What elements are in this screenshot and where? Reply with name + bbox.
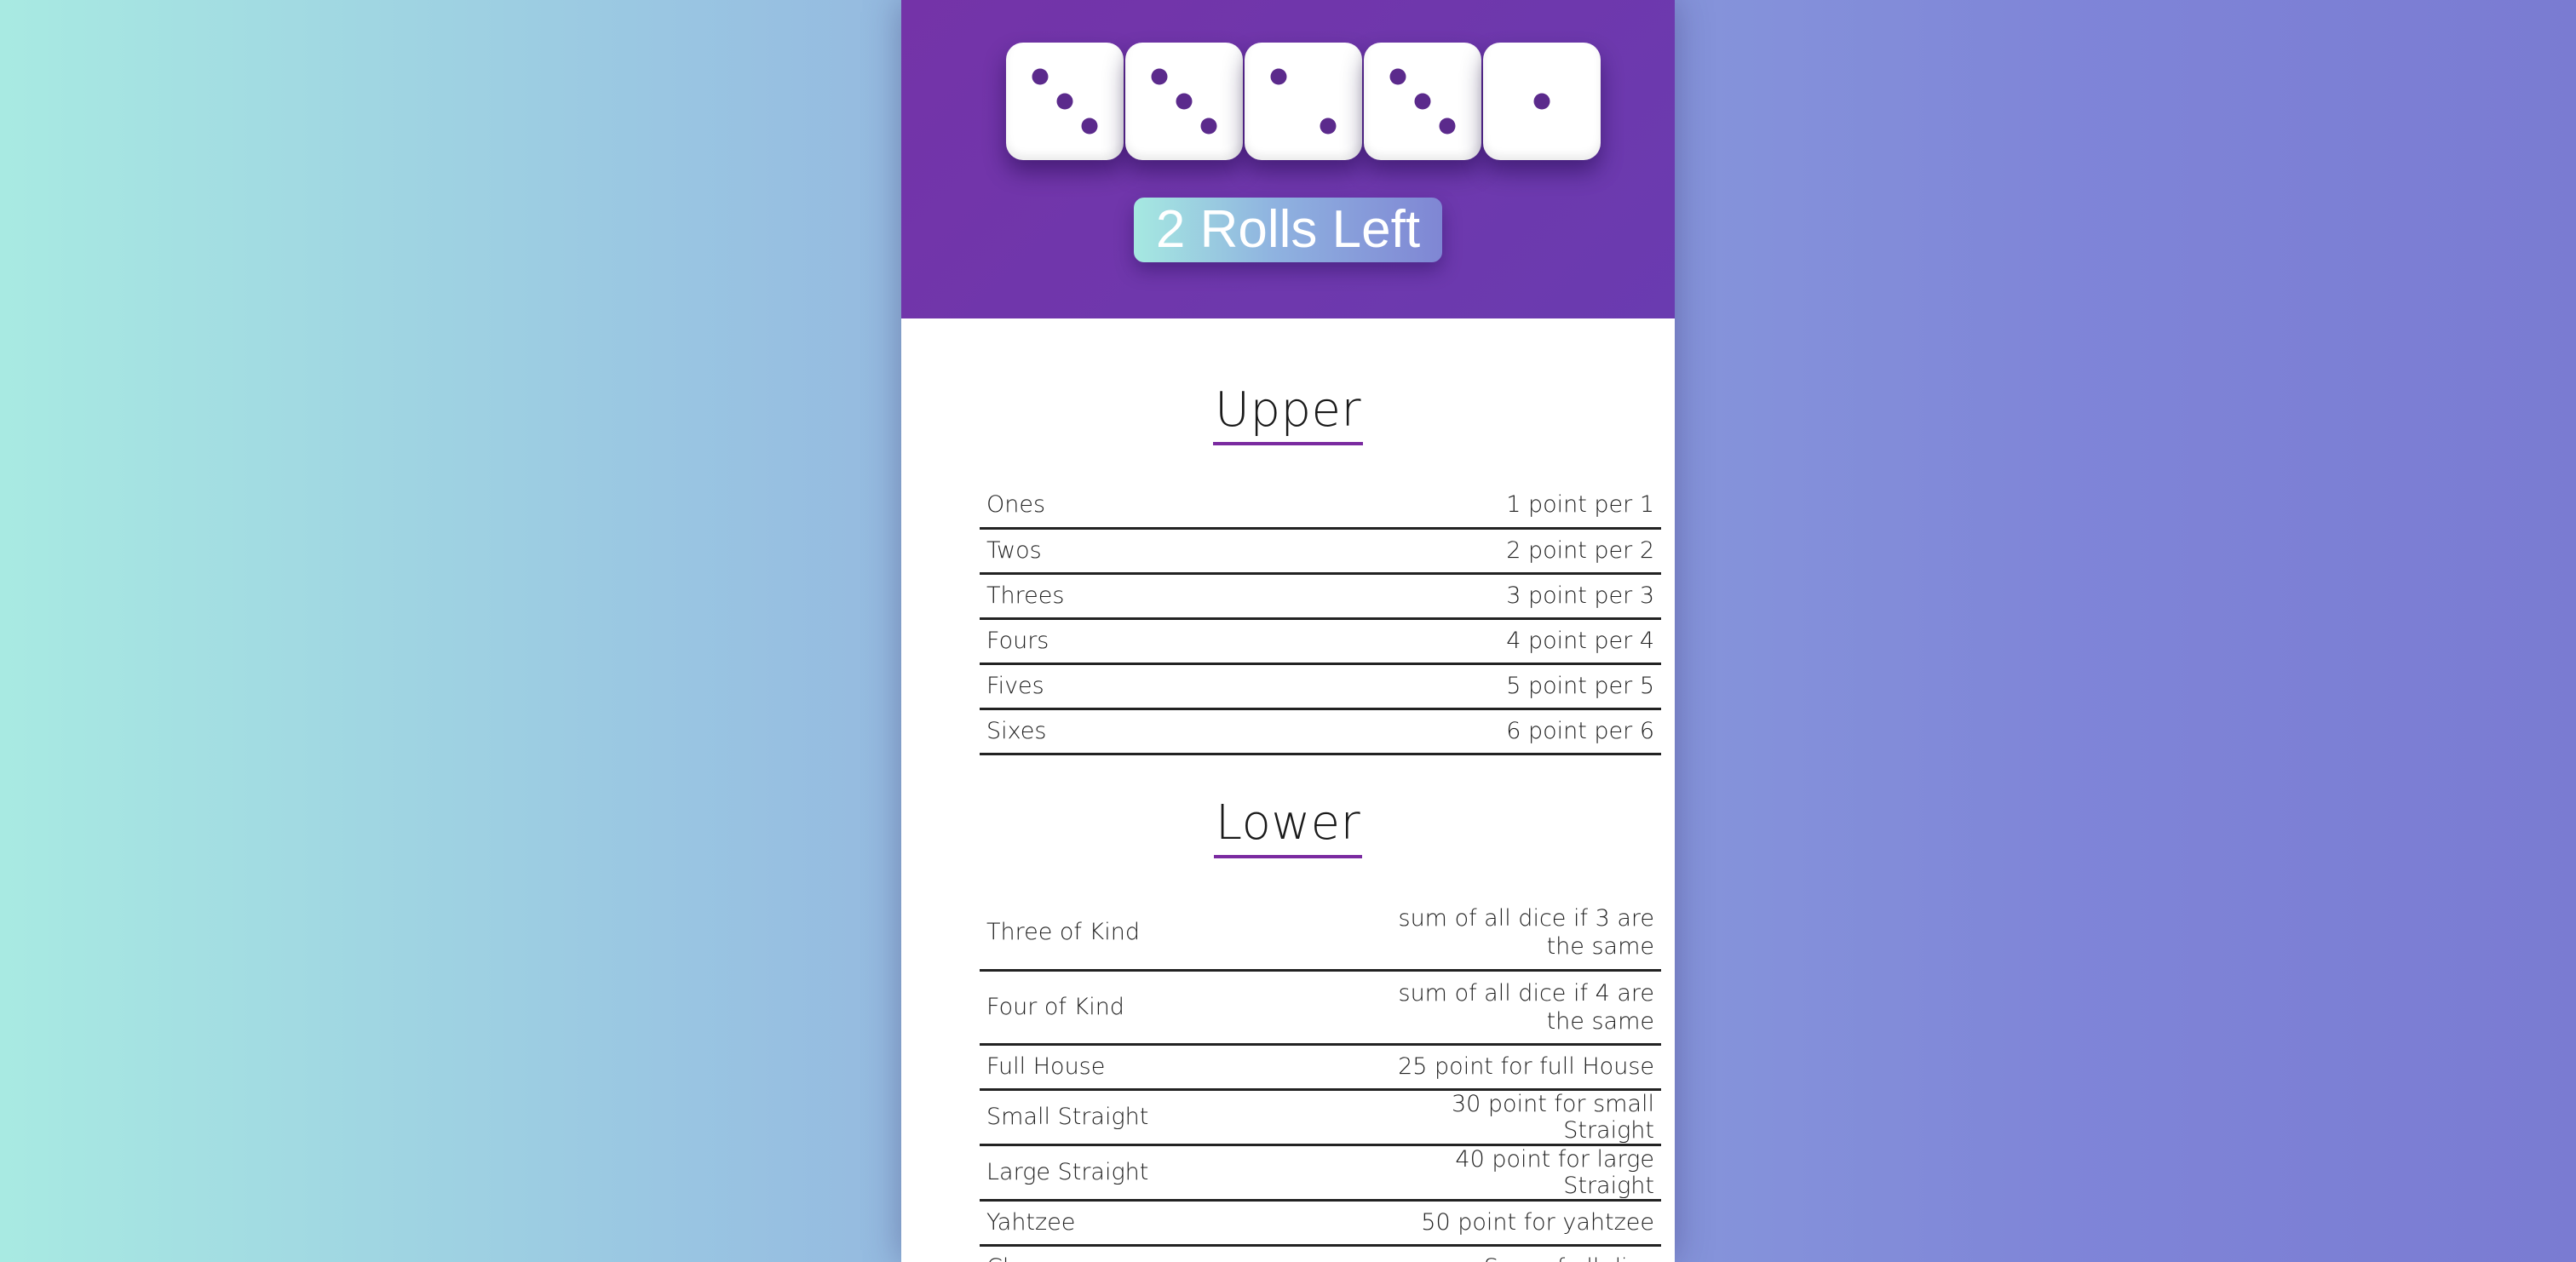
die-pip — [1270, 68, 1287, 85]
upper-section-title: Upper — [901, 381, 1675, 445]
die-4[interactable] — [1364, 43, 1481, 160]
row-name: Yahtzee — [986, 1209, 1076, 1236]
row-name: Fives — [986, 673, 1044, 699]
lower-title-text: Lower — [1213, 794, 1363, 858]
row-name: Four of Kind — [986, 994, 1124, 1020]
score-row-fives[interactable]: Fives 5 point per 5 — [980, 663, 1661, 708]
score-row-threes[interactable]: Threes 3 point per 3 — [980, 573, 1661, 618]
row-description: Sum of all dice — [1366, 1245, 1661, 1262]
upper-title-text: Upper — [1212, 381, 1364, 445]
score-row-chance[interactable]: Chance Sum of all dice — [980, 1245, 1661, 1262]
score-row-ones[interactable]: Ones 1 point per 1 — [980, 483, 1661, 528]
die-pip — [1200, 118, 1217, 135]
die-pip — [1389, 68, 1406, 85]
die-pip — [1032, 68, 1049, 85]
die-pip — [1176, 93, 1193, 110]
score-row-twos[interactable]: Twos 2 point per 2 — [980, 528, 1661, 573]
roll-button[interactable]: 2 Rolls Left — [1134, 198, 1442, 262]
dice-row — [1006, 43, 1602, 162]
dice-header: 2 Rolls Left — [901, 0, 1675, 318]
row-description: 5 point per 5 — [1506, 673, 1654, 699]
score-row-full-house[interactable]: Full House 25 point for full House — [980, 1044, 1661, 1089]
score-row-sixes[interactable]: Sixes 6 point per 6 — [980, 708, 1661, 754]
die-pip — [1533, 93, 1550, 110]
row-name: Large Straight — [986, 1159, 1149, 1185]
row-description: 50 point for yahtzee — [1421, 1209, 1654, 1236]
row-description: 3 point per 3 — [1506, 582, 1654, 609]
upper-score-table: Ones 1 point per 1 Twos 2 point per 2 Th… — [980, 483, 1661, 755]
row-name: Fours — [986, 628, 1049, 654]
die-pip — [1439, 118, 1456, 135]
row-name: Twos — [986, 537, 1042, 564]
row-description: 1 point per 1 — [1506, 491, 1654, 519]
score-row-yahtzee[interactable]: Yahtzee 50 point for yahtzee — [980, 1200, 1661, 1245]
lower-section-title: Lower — [901, 794, 1675, 858]
row-name: Chance — [980, 1245, 1366, 1262]
score-row-four-of-kind[interactable]: Four of Kind sum of all dice if 4 are th… — [980, 970, 1661, 1044]
score-row-three-of-kind[interactable]: Three of Kind sum of all dice if 3 are t… — [980, 896, 1661, 970]
row-name: Threes — [986, 582, 1065, 609]
row-name: Sixes — [986, 718, 1047, 744]
die-2[interactable] — [1125, 43, 1243, 160]
game-container: 2 Rolls Left Upper Ones 1 point per 1 Tw… — [901, 0, 1675, 1262]
row-description: sum of all dice if 4 are the same — [1398, 979, 1655, 1035]
die-1[interactable] — [1006, 43, 1124, 160]
die-pip — [1320, 118, 1337, 135]
die-pip — [1151, 68, 1168, 85]
score-row-small-straight[interactable]: Small Straight 30 point for small Straig… — [980, 1089, 1661, 1144]
lower-score-table: Three of Kind sum of all dice if 3 are t… — [980, 896, 1661, 1262]
die-5[interactable] — [1483, 43, 1601, 160]
row-description: 40 point for large Straight — [1455, 1145, 1654, 1199]
die-pip — [1414, 93, 1431, 110]
row-description: 30 point for small Straight — [1451, 1090, 1654, 1144]
row-name: Ones — [986, 491, 1046, 519]
row-name: Full House — [986, 1053, 1106, 1080]
row-description: 2 point per 2 — [1506, 537, 1654, 564]
row-name: Three of Kind — [986, 919, 1140, 946]
row-description: 25 point for full House — [1398, 1053, 1654, 1080]
row-description: 6 point per 6 — [1506, 718, 1654, 744]
row-description: sum of all dice if 3 are the same — [1398, 904, 1655, 960]
die-3[interactable] — [1245, 43, 1362, 160]
row-description: 4 point per 4 — [1506, 628, 1654, 654]
die-pip — [1056, 93, 1073, 110]
score-row-fours[interactable]: Fours 4 point per 4 — [980, 618, 1661, 663]
die-pip — [1081, 118, 1098, 135]
score-row-large-straight[interactable]: Large Straight 40 point for large Straig… — [980, 1144, 1661, 1200]
row-name: Small Straight — [986, 1104, 1149, 1130]
